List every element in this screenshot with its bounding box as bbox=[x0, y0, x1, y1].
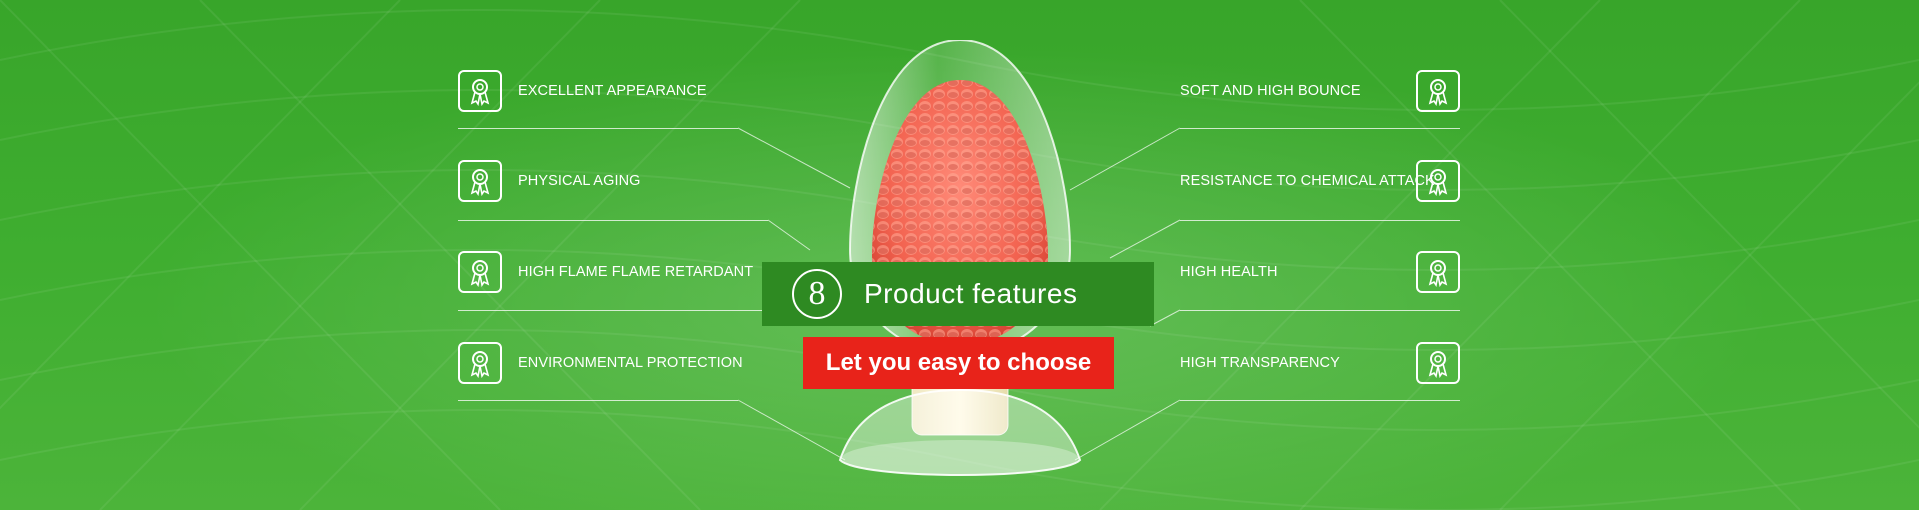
award-ribbon-icon bbox=[458, 70, 502, 112]
feature-label: HIGH TRANSPARENCY bbox=[1180, 355, 1340, 371]
award-ribbon-icon bbox=[1416, 342, 1460, 384]
feature-divider bbox=[1180, 310, 1460, 311]
award-ribbon-icon bbox=[458, 342, 502, 384]
feature-count-badge: 8 bbox=[792, 269, 842, 319]
feature-label: HIGH HEALTH bbox=[1180, 264, 1278, 280]
feature-divider bbox=[458, 220, 768, 221]
feature-divider bbox=[458, 128, 738, 129]
award-ribbon-icon bbox=[1416, 70, 1460, 112]
feature-divider bbox=[1180, 128, 1460, 129]
feature-label: ENVIRONMENTAL PROTECTION bbox=[518, 355, 743, 371]
feature-high-transparency: HIGH TRANSPARENCY bbox=[1180, 340, 1460, 386]
feature-soft-and-high-bounce: SOFT AND HIGH BOUNCE bbox=[1180, 68, 1460, 114]
award-ribbon-icon bbox=[458, 251, 502, 293]
choose-cta-button[interactable]: Let you easy to choose bbox=[803, 337, 1114, 389]
feature-banner: EXCELLENT APPEARANCE PHYSICAL AGING HIGH… bbox=[0, 0, 1919, 510]
feature-excellent-appearance: EXCELLENT APPEARANCE bbox=[458, 68, 878, 114]
feature-divider bbox=[458, 400, 738, 401]
feature-label: SOFT AND HIGH BOUNCE bbox=[1180, 83, 1361, 99]
feature-divider bbox=[458, 310, 762, 311]
feature-resistance-to-chemical-attack: RESISTANCE TO CHEMICAL ATTACK bbox=[1180, 158, 1460, 204]
feature-label: HIGH FLAME FLAME RETARDANT bbox=[518, 264, 754, 280]
award-ribbon-icon bbox=[1416, 160, 1460, 202]
product-features-heading: 8 Product features bbox=[762, 262, 1154, 326]
feature-high-health: HIGH HEALTH bbox=[1180, 249, 1460, 295]
award-ribbon-icon bbox=[1416, 251, 1460, 293]
feature-physical-aging: PHYSICAL AGING bbox=[458, 158, 878, 204]
feature-divider bbox=[1180, 400, 1460, 401]
feature-label: EXCELLENT APPEARANCE bbox=[518, 83, 707, 99]
feature-divider bbox=[1180, 220, 1460, 221]
heading-title: Product features bbox=[864, 278, 1078, 309]
feature-label: PHYSICAL AGING bbox=[518, 173, 641, 189]
award-ribbon-icon bbox=[458, 160, 502, 202]
feature-label: RESISTANCE TO CHEMICAL ATTACK bbox=[1180, 173, 1435, 189]
